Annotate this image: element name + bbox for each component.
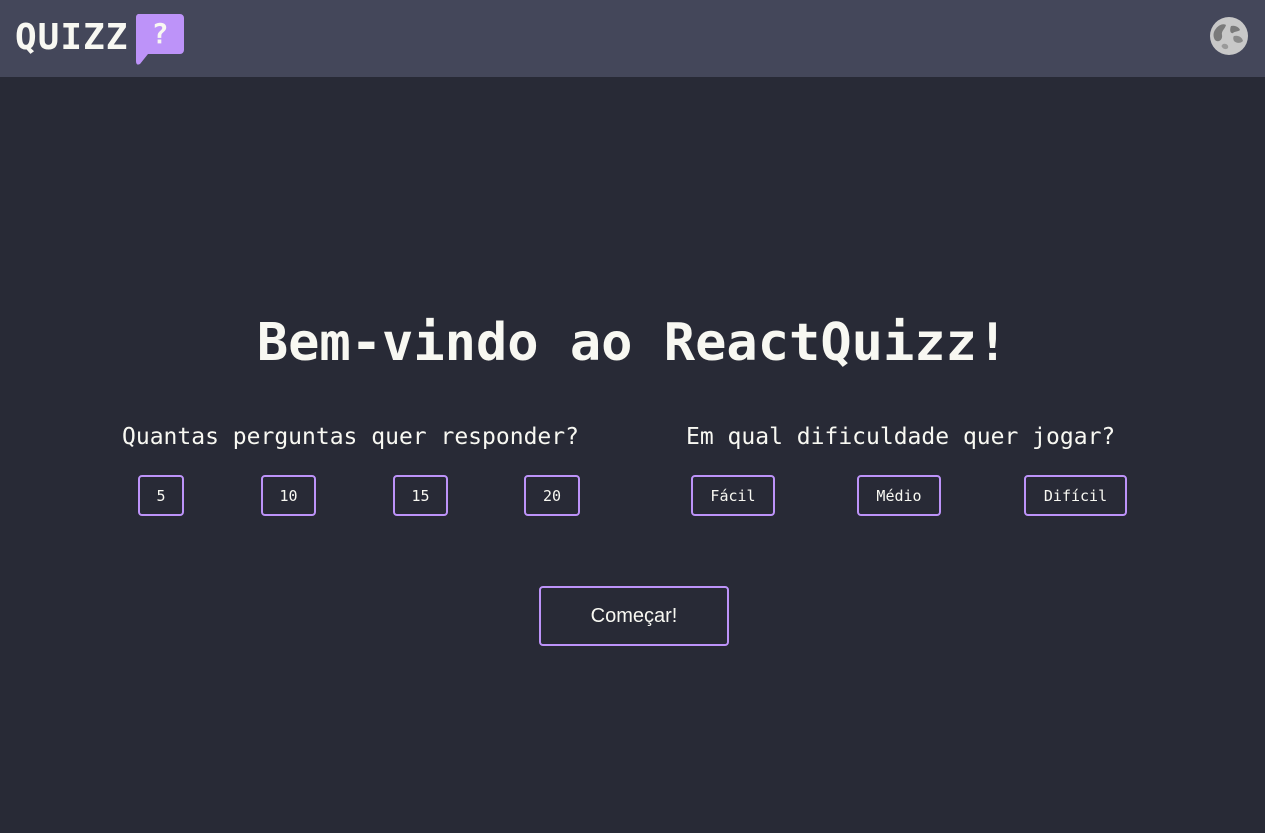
count-option-10[interactable]: 10 [261, 475, 316, 516]
count-option-5[interactable]: 5 [138, 475, 184, 516]
count-option-20[interactable]: 20 [524, 475, 580, 516]
logo-symbol: ? [152, 17, 169, 50]
difficulty-option-medium[interactable]: Médio [857, 475, 941, 516]
difficulty-option-hard[interactable]: Difícil [1024, 475, 1127, 516]
difficulty-option-easy[interactable]: Fácil [691, 475, 775, 516]
logo[interactable]: QUIZZ ? [15, 14, 186, 66]
page-title: Bem-vindo ao ReactQuizz! [256, 313, 1009, 373]
top-bar: QUIZZ ? [0, 0, 1265, 77]
theme-toggle-button[interactable] [1209, 16, 1249, 56]
logo-text: QUIZZ [15, 17, 129, 58]
start-button[interactable]: Começar! [539, 586, 729, 646]
moon-icon [1210, 17, 1248, 55]
count-option-15[interactable]: 15 [393, 475, 448, 516]
speech-bubble-question-icon: ? [134, 14, 186, 66]
difficulty-prompt: Em qual dificuldade quer jogar? [686, 424, 1116, 450]
question-count-prompt: Quantas perguntas quer responder? [122, 424, 579, 450]
